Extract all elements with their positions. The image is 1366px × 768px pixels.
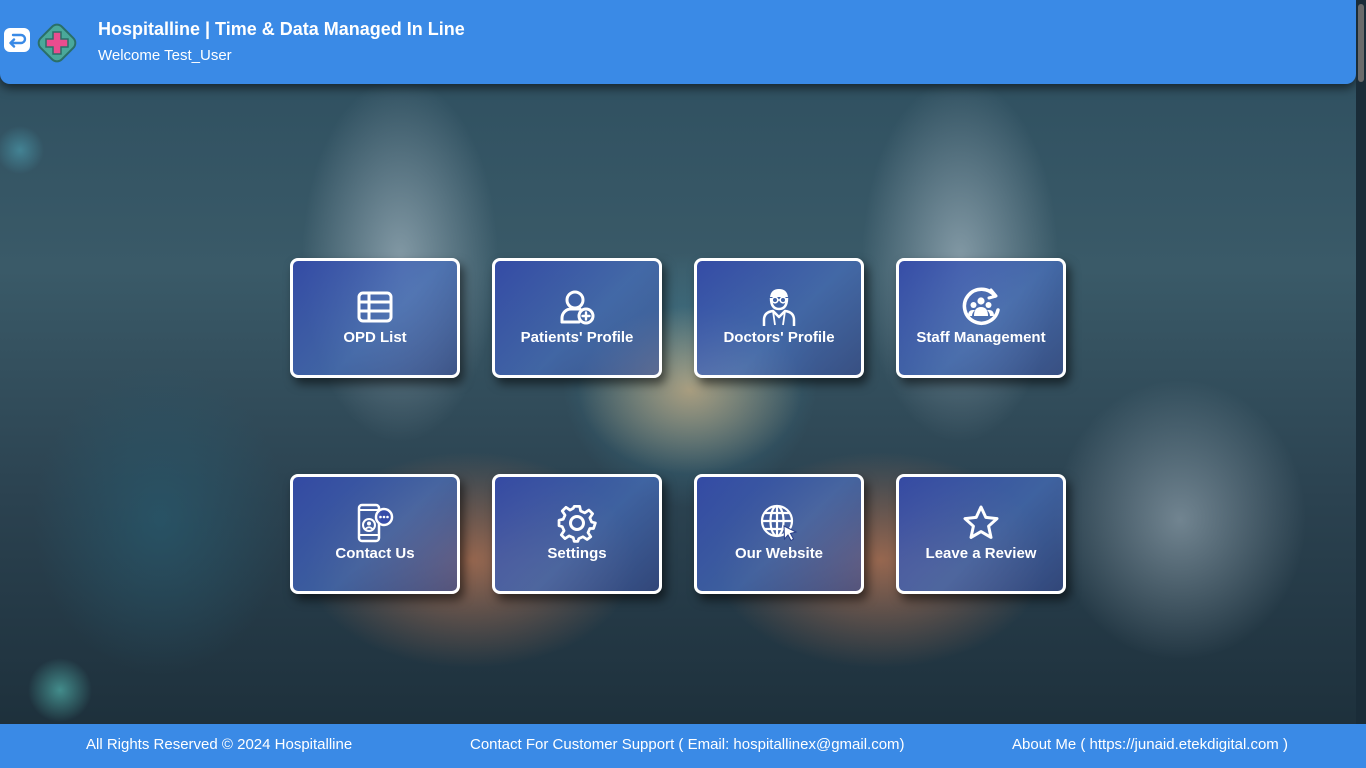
list-icon <box>357 291 393 323</box>
card-label: Staff Management <box>916 329 1046 346</box>
app-logo[interactable] <box>34 20 80 66</box>
back-arrow-icon <box>9 33 27 48</box>
card-label: Settings <box>547 545 607 562</box>
app-header: Hospitalline | Time & Data Managed In Li… <box>0 0 1356 84</box>
app-title: Hospitalline | Time & Data Managed In Li… <box>98 19 465 39</box>
card-settings[interactable]: Settings <box>492 474 662 594</box>
card-opd-list[interactable]: OPD List <box>290 258 460 378</box>
medical-cross-logo <box>37 23 77 63</box>
gear-icon <box>557 505 597 543</box>
copyright-text: All Rights Reserved © 2024 Hospitalline <box>86 736 353 753</box>
card-label: Doctors' Profile <box>723 329 835 346</box>
card-label: Our Website <box>734 545 824 562</box>
card-leave-review[interactable]: Leave a Review <box>896 474 1066 594</box>
card-contact-us[interactable]: Contact Us <box>290 474 460 594</box>
support-contact-link[interactable]: Contact For Customer Support ( Email: ho… <box>470 736 905 753</box>
globe-icon <box>760 504 798 542</box>
phone-contact-icon <box>357 503 394 543</box>
staff-group-icon <box>962 287 1000 325</box>
card-label: Patients' Profile <box>520 329 634 346</box>
scrollbar-thumb[interactable] <box>1358 4 1364 82</box>
card-patients-profile[interactable]: Patients' Profile <box>492 258 662 378</box>
back-button[interactable] <box>4 28 30 52</box>
card-label: OPD List <box>343 329 407 346</box>
welcome-text: Welcome Test_User <box>98 47 232 64</box>
doctor-icon <box>762 289 796 326</box>
card-staff-management[interactable]: Staff Management <box>896 258 1066 378</box>
scrollbar-track[interactable] <box>1356 0 1366 724</box>
patient-add-icon <box>560 290 595 325</box>
background-image <box>0 0 1366 768</box>
app-footer: All Rights Reserved © 2024 Hospitalline … <box>0 724 1366 768</box>
about-me-link[interactable]: About Me ( https://junaid.etekdigital.co… <box>1012 736 1288 753</box>
star-icon <box>963 505 999 539</box>
card-label: Contact Us <box>335 545 415 562</box>
card-label: Leave a Review <box>925 545 1037 562</box>
card-our-website[interactable]: Our Website <box>694 474 864 594</box>
card-doctors-profile[interactable]: Doctors' Profile <box>694 258 864 378</box>
